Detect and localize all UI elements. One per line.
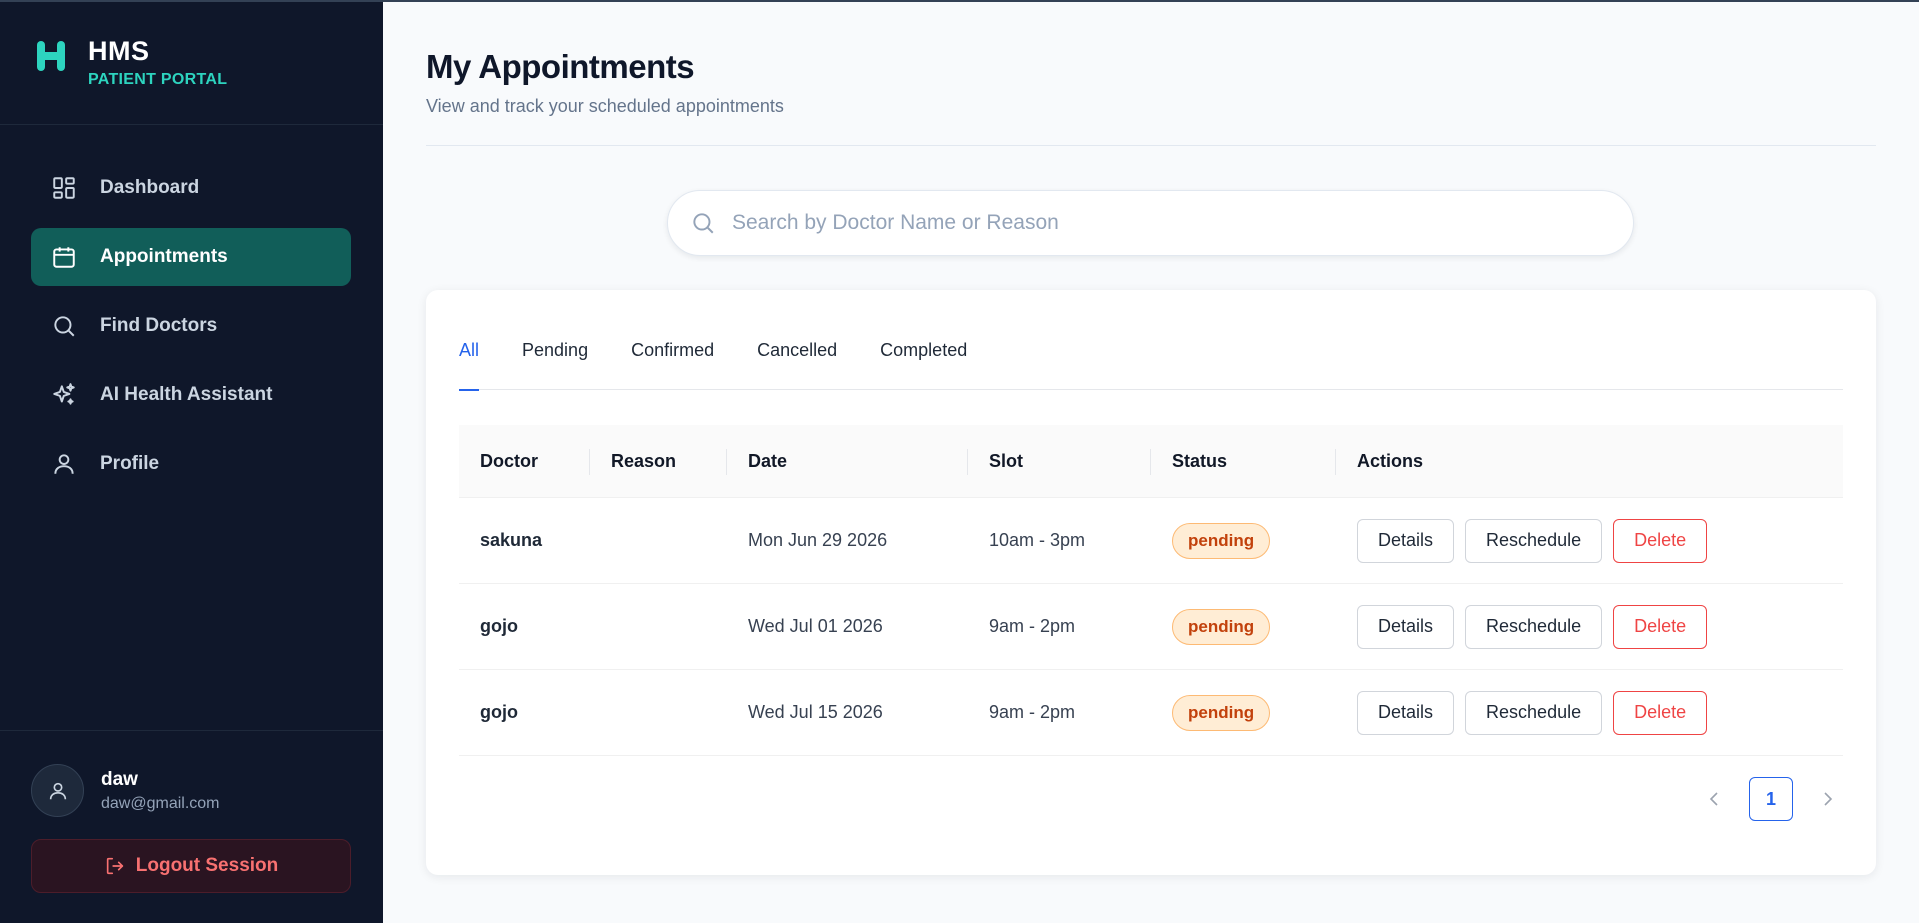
appointments-card: All Pending Confirmed Cancelled Complete… xyxy=(426,290,1876,875)
cell-doctor: gojo xyxy=(480,616,518,636)
details-button[interactable]: Details xyxy=(1357,690,1455,735)
cell-slot: 9am - 2pm xyxy=(989,702,1076,722)
column-header-reason: Reason xyxy=(590,425,727,498)
pagination: 1 xyxy=(1699,777,1843,821)
tab-confirmed[interactable]: Confirmed xyxy=(631,340,714,390)
column-header-status: Status xyxy=(1151,425,1336,498)
search-bar xyxy=(667,190,1634,256)
sidebar-item-label: AI Health Assistant xyxy=(100,384,273,405)
cell-date: Wed Jul 01 2026 xyxy=(748,616,883,636)
chevron-right-icon xyxy=(1824,792,1833,806)
sidebar-item-profile[interactable]: Profile xyxy=(31,435,351,493)
cell-actions: Details Reschedule Delete xyxy=(1336,518,1843,563)
main-content: My Appointments View and track your sche… xyxy=(383,0,1919,923)
sidebar-item-find-doctors[interactable]: Find Doctors xyxy=(31,297,351,355)
status-badge: pending xyxy=(1172,522,1271,559)
table-header: Doctor Reason Date Slot Status Actions xyxy=(459,425,1843,498)
sidebar-item-appointments[interactable]: Appointments xyxy=(31,228,351,286)
sparkles-icon xyxy=(51,382,77,408)
column-header-date: Date xyxy=(727,425,968,498)
table-row: sakuna Mon Jun 29 2026 10am - 3pm pendin… xyxy=(459,498,1843,584)
logout-label: Logout Session xyxy=(135,855,279,876)
user-area: daw daw@gmail.com Logout Session xyxy=(0,730,383,923)
cell-actions: Details Reschedule Delete xyxy=(1336,604,1843,649)
tab-all[interactable]: All xyxy=(459,340,480,391)
reschedule-button[interactable]: Reschedule xyxy=(1465,690,1603,735)
user-name: daw xyxy=(101,768,138,790)
cell-status: pending xyxy=(1151,522,1336,559)
sidebar-item-dashboard[interactable]: Dashboard xyxy=(31,159,351,217)
sidebar: HMS PATIENT PORTAL Dashboard Appointment… xyxy=(0,0,383,923)
page-title: My Appointments xyxy=(426,48,695,85)
brand-subtitle: PATIENT PORTAL xyxy=(88,70,228,88)
delete-button[interactable]: Delete xyxy=(1613,690,1708,735)
sidebar-nav: Dashboard Appointments Find Doctors AI H… xyxy=(31,159,351,504)
reschedule-button[interactable]: Reschedule xyxy=(1465,604,1603,649)
tab-pending[interactable]: Pending xyxy=(522,340,588,390)
sidebar-item-label: Appointments xyxy=(100,246,228,267)
user-info: daw daw@gmail.com xyxy=(31,764,220,817)
cell-doctor: sakuna xyxy=(480,530,543,550)
sidebar-item-label: Find Doctors xyxy=(100,315,218,336)
details-button[interactable]: Details xyxy=(1357,518,1455,563)
user-icon xyxy=(49,782,66,799)
sidebar-item-ai-health-assistant[interactable]: AI Health Assistant xyxy=(31,366,351,424)
prev-page-button[interactable] xyxy=(1699,778,1729,820)
cell-date: Mon Jun 29 2026 xyxy=(748,530,888,550)
logout-button[interactable]: Logout Session xyxy=(31,839,351,893)
hms-logo-icon xyxy=(37,41,65,71)
column-header-actions: Actions xyxy=(1357,450,1424,471)
details-button[interactable]: Details xyxy=(1357,604,1455,649)
header-divider xyxy=(426,145,1876,146)
next-page-button[interactable] xyxy=(1813,778,1843,820)
tab-completed[interactable]: Completed xyxy=(880,340,967,390)
appointments-table: Doctor Reason Date Slot Status Actions s… xyxy=(459,425,1843,756)
page-number-button[interactable]: 1 xyxy=(1749,777,1793,821)
delete-button[interactable]: Delete xyxy=(1613,604,1708,649)
cell-actions: Details Reschedule Delete xyxy=(1336,690,1843,735)
search-input[interactable] xyxy=(732,211,1592,235)
sidebar-item-label: Profile xyxy=(100,453,160,474)
table-row: gojo Wed Jul 01 2026 9am - 2pm pending D… xyxy=(459,584,1843,670)
cell-slot: 10am - 3pm xyxy=(989,530,1086,550)
cell-status: pending xyxy=(1151,608,1336,645)
status-badge: pending xyxy=(1172,608,1271,645)
cell-date: Wed Jul 15 2026 xyxy=(748,702,883,722)
status-badge: pending xyxy=(1172,694,1271,731)
cell-doctor: gojo xyxy=(480,702,518,722)
top-border xyxy=(0,0,1919,2)
chevron-left-icon xyxy=(1709,792,1718,806)
delete-button[interactable]: Delete xyxy=(1613,518,1708,563)
column-header-doctor: Doctor xyxy=(459,425,590,498)
search-icon xyxy=(690,210,716,236)
brand-name: HMS xyxy=(88,35,150,66)
table-row: gojo Wed Jul 15 2026 9am - 2pm pending D… xyxy=(459,670,1843,756)
reschedule-button[interactable]: Reschedule xyxy=(1465,518,1603,563)
status-tabs: All Pending Confirmed Cancelled Complete… xyxy=(459,340,1843,391)
calendar-icon xyxy=(51,244,77,270)
user-icon xyxy=(51,451,77,477)
logout-icon xyxy=(104,855,126,877)
search-icon xyxy=(51,313,77,339)
cell-slot: 9am - 2pm xyxy=(989,616,1076,636)
sidebar-item-label: Dashboard xyxy=(100,177,200,198)
cell-status: pending xyxy=(1151,694,1336,731)
tab-cancelled[interactable]: Cancelled xyxy=(757,340,837,390)
grid-icon xyxy=(51,175,77,201)
user-email: daw@gmail.com xyxy=(101,794,220,812)
avatar xyxy=(31,764,84,817)
page-subtitle: View and track your scheduled appointmen… xyxy=(426,96,784,116)
column-header-slot: Slot xyxy=(968,425,1151,498)
brand: HMS PATIENT PORTAL xyxy=(0,0,383,125)
